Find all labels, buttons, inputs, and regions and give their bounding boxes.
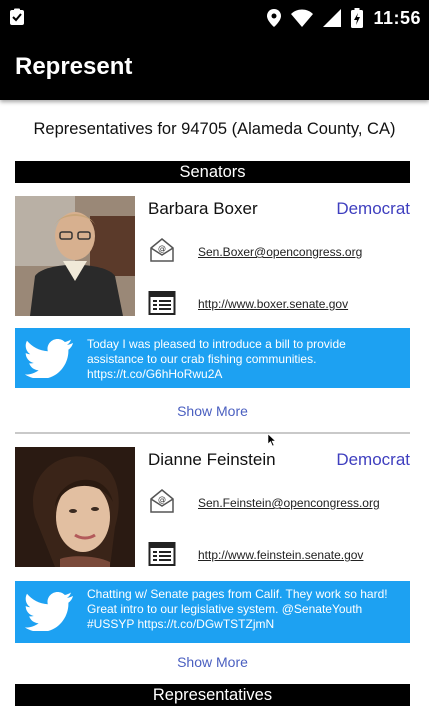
clock: 11:56 xyxy=(373,7,421,28)
twitter-bird-icon xyxy=(25,592,73,631)
svg-text:@: @ xyxy=(158,244,166,253)
tweet-card[interactable]: Chatting w/ Senate pages from Calif. The… xyxy=(15,581,410,643)
representatives-section-header: Representatives xyxy=(15,684,410,706)
status-bar: 11:56 xyxy=(0,0,429,36)
tweet-text: Today I was pleased to introduce a bill … xyxy=(87,337,346,381)
senator-website-link[interactable]: http://www.feinstein.senate.gov xyxy=(198,548,363,562)
senator-email-link[interactable]: Sen.Feinstein@opencongress.org xyxy=(198,496,380,510)
senator-photo xyxy=(15,196,135,316)
clipboard-check-icon xyxy=(10,8,24,25)
divider xyxy=(15,432,410,434)
email-icon[interactable]: @ xyxy=(148,487,176,515)
senator-party: Democrat xyxy=(336,199,410,218)
svg-text:@: @ xyxy=(158,495,166,504)
show-more-button[interactable]: Show More xyxy=(15,654,410,670)
location-icon xyxy=(267,9,282,27)
website-icon[interactable] xyxy=(148,289,176,317)
website-icon[interactable] xyxy=(148,540,176,568)
senator-card: Dianne Feinstein Democrat @ Sen.Feinstei… xyxy=(15,447,410,677)
battery-charging-icon xyxy=(351,8,364,28)
tweet-text: Chatting w/ Senate pages from Calif. The… xyxy=(87,587,388,631)
page-subtitle: Representatives for 94705 (Alameda Count… xyxy=(33,120,396,138)
signal-icon xyxy=(323,9,342,27)
wifi-icon xyxy=(291,9,314,27)
senator-party: Democrat xyxy=(336,450,410,469)
email-icon[interactable]: @ xyxy=(148,236,176,264)
senator-card: Barbara Boxer Democrat @ Sen.Boxer@openc… xyxy=(15,196,410,426)
tweet-card[interactable]: Today I was pleased to introduce a bill … xyxy=(15,328,410,388)
senator-photo xyxy=(15,447,135,567)
show-more-button[interactable]: Show More xyxy=(15,403,410,419)
mouse-cursor-icon xyxy=(268,434,276,446)
senator-website-link[interactable]: http://www.boxer.senate.gov xyxy=(198,297,348,311)
senator-name: Barbara Boxer xyxy=(148,199,258,218)
senators-section-header: Senators xyxy=(15,161,410,183)
app-title: Represent xyxy=(15,53,133,80)
app-bar: Represent xyxy=(0,36,429,100)
senator-email-link[interactable]: Sen.Boxer@opencongress.org xyxy=(198,245,362,259)
senator-name: Dianne Feinstein xyxy=(148,450,276,469)
twitter-bird-icon xyxy=(25,339,73,378)
